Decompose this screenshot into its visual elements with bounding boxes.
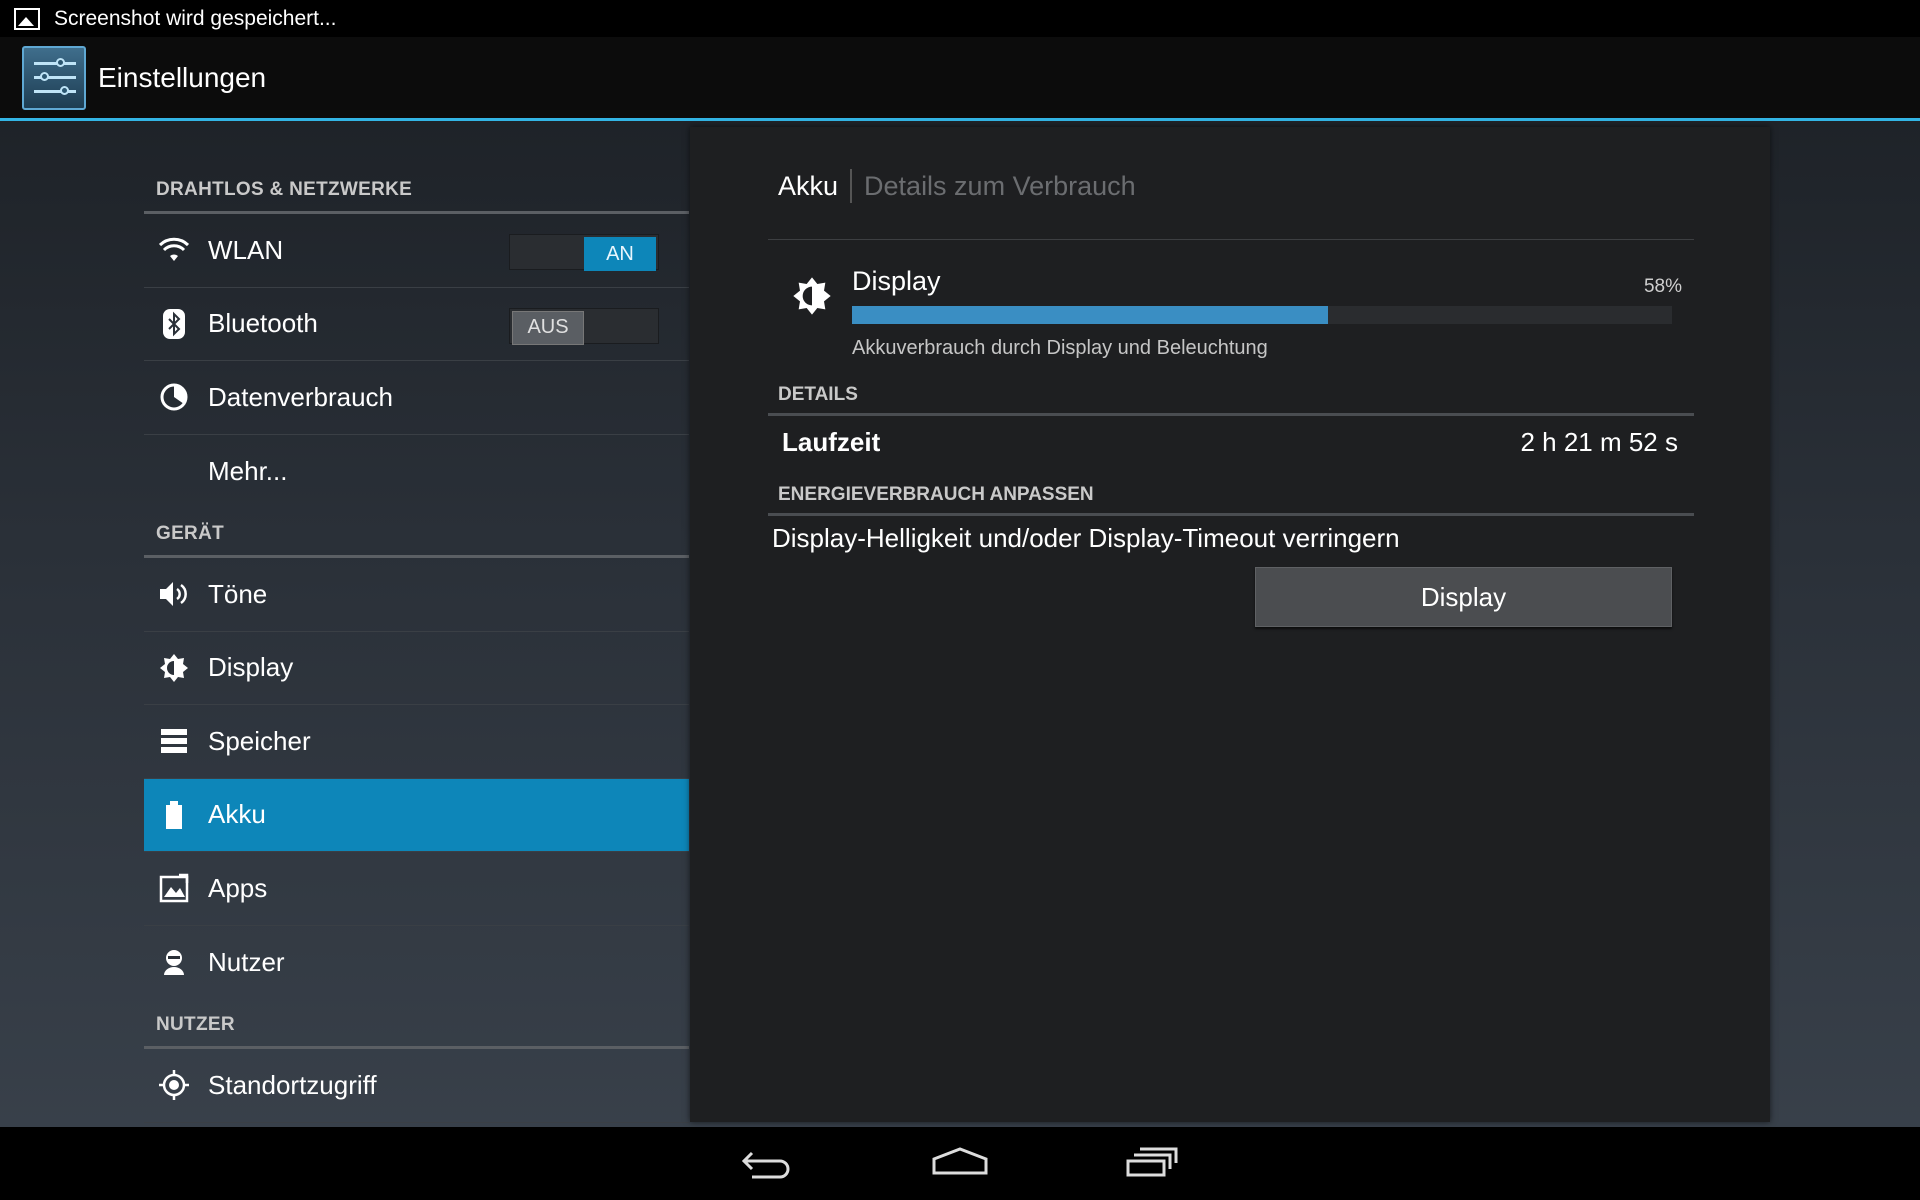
navigation-bar [0,1127,1920,1200]
sidebar-item-standortzugriff[interactable]: Standortzugriff [144,1049,689,1123]
brightness-icon [792,276,832,316]
breadcrumb: Akku Details zum Verbrauch [778,169,1136,203]
bluetooth-icon [156,306,192,342]
speaker-icon [156,576,192,612]
sidebar-item-bluetooth[interactable]: Bluetooth AUS [144,288,689,361]
back-icon[interactable] [738,1141,798,1185]
settings-list: DRAHTLOS & NETZWERKE WLAN AN Bluetooth A… [144,124,689,1127]
breadcrumb-sub: Details zum Verbrauch [864,170,1136,201]
divider [768,513,1694,516]
divider [768,413,1694,416]
usage-row-display: Display 58% Akkuverbrauch durch Display … [768,254,1694,384]
wifi-icon [156,232,192,268]
sidebar-item-label: Datenverbrauch [208,381,393,412]
sidebar-item-akku[interactable]: Akku [144,778,689,852]
details-header: DETAILS [778,384,858,405]
status-bar: Screenshot wird gespeichert... [0,0,1920,37]
detail-panel: Akku Details zum Verbrauch Display 58% A… [690,127,1770,1122]
sidebar-item-label: Akku [208,799,266,830]
home-icon[interactable] [930,1141,990,1185]
status-notification: Screenshot wird gespeichert... [54,6,337,30]
usage-description: Akkuverbrauch durch Display und Beleucht… [852,337,1268,359]
runtime-label: Laufzeit [782,427,881,457]
usage-percent: 58% [1643,276,1682,297]
sidebar-item-mehr[interactable]: Mehr... [144,435,689,509]
sidebar-item-display[interactable]: Display [144,632,689,705]
sidebar-item-apps[interactable]: Apps [144,852,689,926]
data-usage-icon [156,379,192,415]
sidebar-item-wlan[interactable]: WLAN AN [144,214,689,288]
sidebar-item-label: Mehr... [208,455,288,486]
display-settings-button[interactable]: Display [1255,567,1672,627]
action-bar: Einstellungen [0,37,1920,121]
sidebar-item-speicher[interactable]: Speicher [144,705,689,779]
settings-app-icon[interactable] [22,45,86,110]
breadcrumb-divider [850,169,853,203]
section-header-wireless: DRAHTLOS & NETZWERKE [144,124,689,214]
section-header-device: GERÄT [144,508,689,558]
sidebar-item-label: Töne [208,578,268,609]
sidebar-item-datenverbrauch[interactable]: Datenverbrauch [144,361,689,435]
section-header-user: NUTZER [144,999,689,1049]
app-title: Einstellungen [98,61,267,93]
user-icon [156,944,192,980]
adjust-header: ENERGIEVERBRAUCH ANPASSEN [778,484,1094,505]
sidebar-item-label: Apps [208,872,268,903]
sidebar-item-label: Standortzugriff [208,1069,377,1100]
sidebar-item-toene[interactable]: Töne [144,558,689,632]
runtime-value: 2 h 21 m 52 s [1520,427,1678,457]
adjust-hint: Display-Helligkeit und/oder Display-Time… [772,523,1400,553]
sidebar-item-label: Display [208,652,294,683]
breadcrumb-current[interactable]: Akku [778,171,838,202]
location-icon [156,1067,192,1103]
brightness-icon [156,650,192,686]
recent-apps-icon[interactable] [1122,1141,1182,1185]
usage-progress-bar [852,306,1672,324]
sidebar-item-label: WLAN [208,234,284,265]
divider [768,239,1694,240]
usage-name: Display [852,266,941,296]
sidebar-item-label: Nutzer [208,946,285,977]
screenshot-icon [14,7,40,30]
sidebar-item-label: Speicher [208,725,311,756]
usage-progress-fill [852,306,1328,324]
sidebar-item-label: Bluetooth [208,308,318,339]
apps-icon [156,870,192,906]
battery-icon [156,797,192,833]
sidebar-item-nutzer[interactable]: Nutzer [144,926,689,1000]
storage-icon [156,723,192,759]
wlan-toggle[interactable]: AN [509,234,659,271]
bluetooth-toggle[interactable]: AUS [509,307,659,345]
